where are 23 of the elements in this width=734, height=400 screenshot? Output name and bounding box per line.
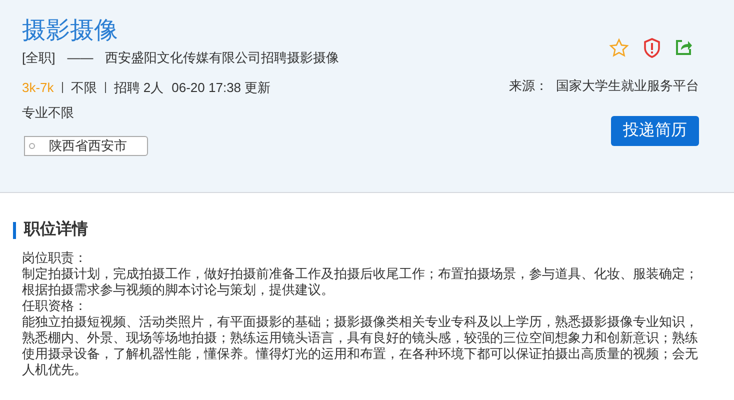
share-icon[interactable]	[675, 38, 693, 56]
description-text: 制定拍摄计划，完成拍摄工作，做好拍摄前准备工作及拍摄后收尾工作；布置拍摄场景，参与道具、化妆、服装确定；根据拍摄需求参与视频的脚本讨论与策划，提供建议。	[22, 266, 699, 298]
description-text: 任职资格：	[22, 298, 88, 314]
update-time: 06-20 17:38 更新	[172, 78, 271, 96]
source-label: 来源：	[509, 77, 548, 95]
description-text: 能独立拍摄短视频、活动类照片，有平面摄影的基础；摄影摄像类相关专业专科及以上学历，熟悉摄影摄像专业知识，熟悉棚内、外景、现场等场地拍摄；熟练运用镜头语言，具有良好的镜头感，较强的三位空间想象力和创新意识；熟练使用摄录设备，了解机器性能，懂保养。懂得灯光的运用和布置，在各种环境下都可以保证拍摄出高质量的视频；会无人机优先。	[22, 314, 699, 378]
description-text: 岗位职责：	[22, 250, 88, 266]
heading-accent-bar	[13, 222, 16, 238]
section-heading: 职位详情	[24, 219, 88, 240]
job-type: [全职]	[22, 49, 56, 67]
salary-text: 3k-7k	[22, 78, 54, 96]
location-tag: 陕西省西安市	[24, 136, 148, 156]
major-text: 专业不限	[22, 104, 74, 122]
warning-shield-icon[interactable]	[643, 38, 661, 58]
dash-separator: ——	[67, 49, 94, 67]
experience-text: 不限	[70, 78, 97, 96]
company-subtitle: 西安盛阳文化传媒有限公司招聘摄影摄像	[105, 49, 340, 67]
job-title: 摄影摄像	[22, 16, 118, 46]
apply-button[interactable]: 投递简历	[611, 116, 699, 146]
hiring-count: 招聘 2人	[114, 78, 164, 96]
star-icon[interactable]	[609, 38, 629, 58]
source-text: 国家大学生就业服务平台	[556, 77, 699, 95]
tag-hole-icon	[27, 140, 37, 150]
